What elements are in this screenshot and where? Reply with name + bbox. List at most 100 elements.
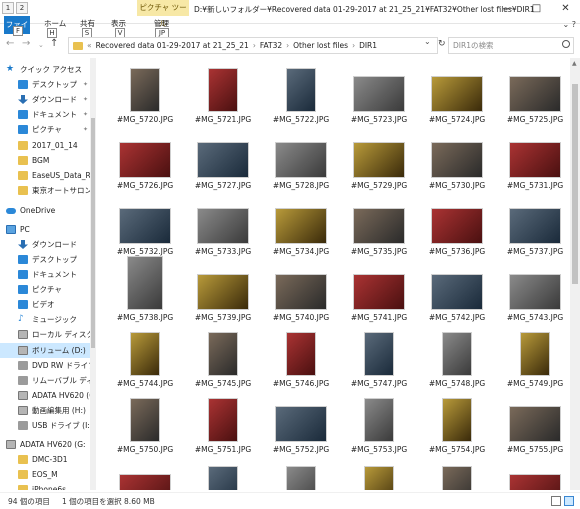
file-name: #MG_5744.JPG bbox=[116, 379, 174, 388]
nav-onedrive[interactable]: OneDrive bbox=[0, 203, 96, 218]
file-item[interactable] bbox=[110, 458, 180, 490]
folder-icon bbox=[18, 156, 28, 165]
file-item[interactable]: #MG_5753.JPG bbox=[344, 390, 414, 456]
forward-arrow-icon[interactable]: → bbox=[22, 38, 30, 49]
file-item[interactable]: #MG_5742.JPG bbox=[422, 246, 492, 324]
recent-locations-icon[interactable]: ⌄ bbox=[38, 41, 44, 49]
breadcrumb-segment-3[interactable]: Other lost files bbox=[293, 41, 348, 50]
nav-video-edit-h[interactable]: 動画編集用 (H:) bbox=[0, 403, 96, 418]
address-dropdown-icon[interactable]: ⌄ bbox=[424, 37, 431, 46]
star-icon: ★ bbox=[6, 64, 15, 74]
nav-quick-access[interactable]: ★ クイック アクセス bbox=[0, 62, 96, 77]
nav-desktop-pinned[interactable]: デスクトップ ✦ bbox=[0, 77, 96, 92]
pin-icon: ✦ bbox=[82, 126, 88, 133]
nav-downloads-pinned[interactable]: ダウンロード ✦ bbox=[0, 92, 96, 107]
file-item[interactable]: #MG_5752.JPG bbox=[266, 390, 336, 456]
nav-documents-pinned[interactable]: ドキュメント ✦ bbox=[0, 107, 96, 122]
nav-dvd-drive[interactable]: DVD RW ドライブ ( bbox=[0, 358, 96, 373]
file-item[interactable]: #MG_5723.JPG bbox=[344, 60, 414, 126]
nav-downloads[interactable]: ダウンロード bbox=[0, 237, 96, 252]
file-item[interactable]: #MG_5750.JPG bbox=[110, 390, 180, 456]
file-item[interactable]: #MG_5749.JPG bbox=[500, 324, 570, 390]
file-item[interactable]: #MG_5747.JPG bbox=[344, 324, 414, 390]
breadcrumb-segment-2[interactable]: FAT32 bbox=[260, 41, 282, 50]
file-item[interactable]: #MG_5724.JPG bbox=[422, 60, 492, 126]
nav-videos[interactable]: ビデオ bbox=[0, 297, 96, 312]
file-item[interactable]: #MG_5748.JPG bbox=[422, 324, 492, 390]
file-item[interactable]: #MG_5727.JPG bbox=[188, 126, 258, 192]
qat-key-2[interactable]: 2 bbox=[16, 2, 28, 14]
content-scrollbar-thumb[interactable] bbox=[572, 84, 578, 284]
file-item[interactable]: #MG_5720.JPG bbox=[110, 60, 180, 126]
file-item[interactable] bbox=[266, 458, 336, 490]
nav-adata-g-root[interactable]: ADATA HV620 (G: bbox=[0, 437, 96, 452]
file-item[interactable]: #MG_5754.JPG bbox=[422, 390, 492, 456]
nav-adata-g[interactable]: ADATA HV620 (G bbox=[0, 388, 96, 403]
nav-pictures[interactable]: ピクチャ bbox=[0, 282, 96, 297]
file-item[interactable]: #MG_5722.JPG bbox=[266, 60, 336, 126]
address-bar[interactable]: « Recovered data 01-29-2017 at 21_25_21 … bbox=[68, 37, 438, 54]
file-name: #MG_5746.JPG bbox=[272, 379, 330, 388]
nav-folder-eos[interactable]: EOS_M bbox=[0, 467, 96, 482]
nav-folder-2017[interactable]: 2017_01_14 bbox=[0, 138, 96, 153]
video-icon bbox=[18, 300, 28, 309]
file-item[interactable]: #MG_5744.JPG bbox=[110, 324, 180, 390]
nav-label: EOS_M bbox=[32, 470, 58, 479]
nav-scrollbar-thumb[interactable] bbox=[91, 118, 95, 348]
dvd-icon bbox=[18, 361, 28, 370]
file-item[interactable]: #MG_5743.JPG bbox=[500, 246, 570, 324]
details-view-icon[interactable] bbox=[551, 496, 561, 506]
refresh-icon[interactable]: ↻ bbox=[438, 39, 446, 49]
pin-icon: ✦ bbox=[82, 81, 88, 88]
file-name: #MG_5726.JPG bbox=[116, 181, 174, 190]
nav-folder-easeus[interactable]: EaseUS_Data_Re bbox=[0, 168, 96, 183]
file-item[interactable] bbox=[422, 458, 492, 490]
back-arrow-icon[interactable]: ← bbox=[6, 38, 14, 49]
nav-folder-dmc[interactable]: DMC-3D1 bbox=[0, 452, 96, 467]
file-item[interactable]: #MG_5728.JPG bbox=[266, 126, 336, 192]
file-item[interactable]: #MG_5725.JPG bbox=[500, 60, 570, 126]
breadcrumb-segment-4[interactable]: DIR1 bbox=[359, 41, 377, 50]
up-arrow-icon[interactable]: ↑ bbox=[50, 38, 58, 49]
nav-removable-disk[interactable]: リムーバブル ディスク bbox=[0, 373, 96, 388]
scroll-up-icon[interactable]: ▲ bbox=[572, 60, 577, 67]
file-item[interactable]: #MG_5745.JPG bbox=[188, 324, 258, 390]
file-item[interactable]: #MG_5751.JPG bbox=[188, 390, 258, 456]
nav-desktop[interactable]: デスクトップ bbox=[0, 252, 96, 267]
file-item[interactable]: #MG_5721.JPG bbox=[188, 60, 258, 126]
search-input[interactable]: DIR1の検索 bbox=[448, 37, 574, 54]
content-scrollbar[interactable]: ▲ bbox=[570, 58, 580, 490]
nav-volume-d[interactable]: ボリューム (D:) bbox=[0, 343, 96, 358]
file-item[interactable]: #MG_5741.JPG bbox=[344, 246, 414, 324]
nav-folder-autosalon[interactable]: 東京オートサロン20 bbox=[0, 183, 96, 198]
file-item[interactable] bbox=[500, 458, 570, 490]
file-item[interactable]: #MG_5726.JPG bbox=[110, 126, 180, 192]
nav-music[interactable]: ♪ ミュージック bbox=[0, 312, 96, 327]
nav-label: ピクチャ bbox=[32, 125, 62, 134]
image-thumbnail bbox=[119, 208, 171, 244]
nav-pc[interactable]: PC bbox=[0, 222, 96, 237]
file-item[interactable]: #MG_5755.JPG bbox=[500, 390, 570, 456]
nav-folder-bgm[interactable]: BGM bbox=[0, 153, 96, 168]
nav-usb-drive[interactable]: USB ドライブ (I:) bbox=[0, 418, 96, 433]
nav-local-disk-c[interactable]: ローカル ディスク (C bbox=[0, 327, 96, 342]
nav-pictures-pinned[interactable]: ピクチャ ✦ bbox=[0, 122, 96, 137]
file-item[interactable] bbox=[188, 458, 258, 490]
nav-folder-iphone[interactable]: iPhone6s bbox=[0, 482, 96, 490]
file-item[interactable]: #MG_5730.JPG bbox=[422, 126, 492, 192]
file-item[interactable]: #MG_5740.JPG bbox=[266, 246, 336, 324]
large-icons-view-icon[interactable] bbox=[564, 496, 574, 506]
file-item[interactable]: #MG_5746.JPG bbox=[266, 324, 336, 390]
qat-key-1[interactable]: 1 bbox=[2, 2, 14, 14]
file-item[interactable]: #MG_5738.JPG bbox=[110, 246, 180, 324]
file-item[interactable]: #MG_5739.JPG bbox=[188, 246, 258, 324]
file-name: #MG_5731.JPG bbox=[506, 181, 564, 190]
picture-tools-context-tab[interactable]: ピクチャ ツール bbox=[137, 0, 189, 28]
file-item[interactable] bbox=[344, 458, 414, 490]
file-item[interactable]: #MG_5731.JPG bbox=[500, 126, 570, 192]
ribbon-expand-icon[interactable]: ⌄ ? bbox=[563, 20, 577, 29]
breadcrumb-segment-1[interactable]: Recovered data 01-29-2017 at 21_25_21 bbox=[96, 41, 249, 50]
file-item[interactable]: #MG_5729.JPG bbox=[344, 126, 414, 192]
nav-documents[interactable]: ドキュメント bbox=[0, 267, 96, 282]
nav-scrollbar[interactable] bbox=[90, 58, 96, 490]
